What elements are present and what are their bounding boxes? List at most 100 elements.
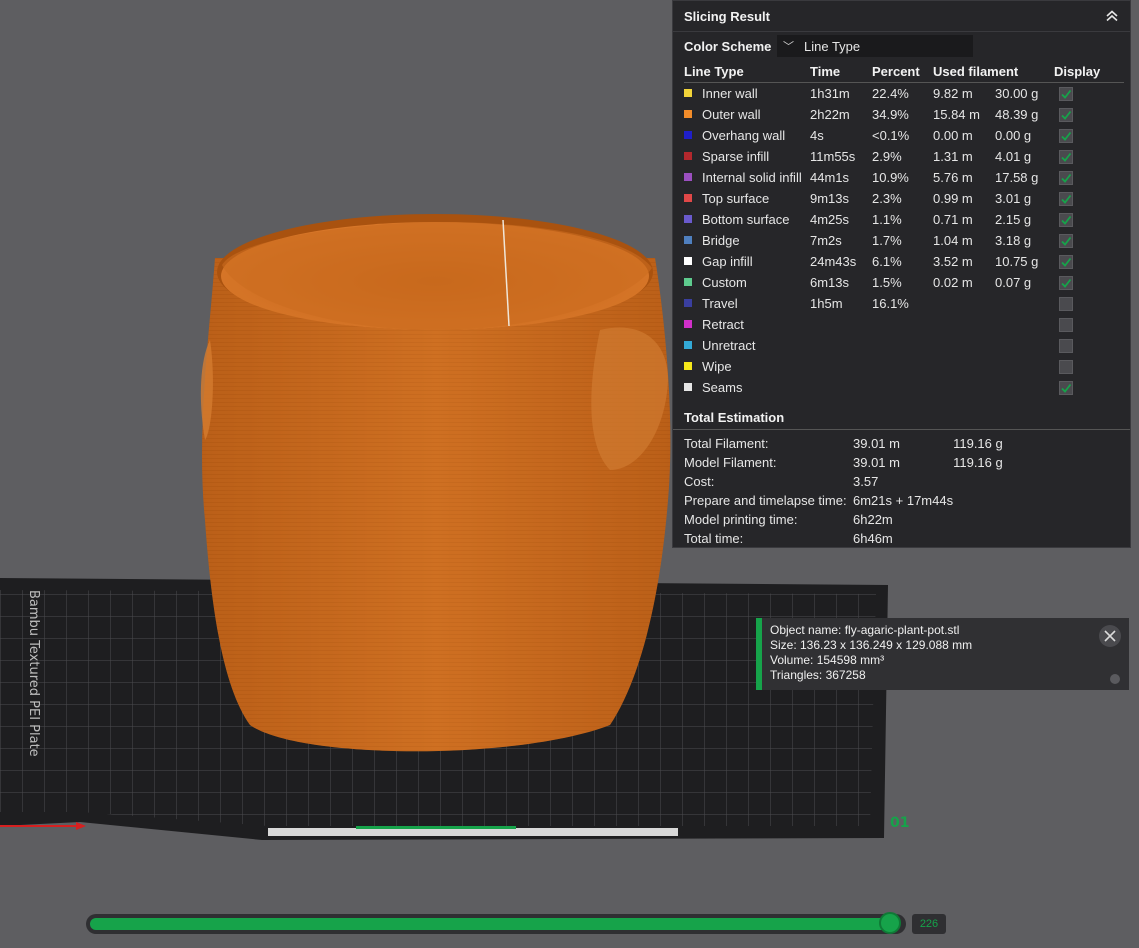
line-percent: 6.1%	[872, 254, 902, 269]
layer-slider-thumb[interactable]	[879, 912, 901, 934]
line-percent	[872, 335, 933, 356]
line-type-cell: Wipe	[684, 356, 810, 377]
color-swatch	[684, 236, 692, 244]
filament-meters: 0.02 m	[933, 275, 973, 290]
line-filament: 1.31 m 4.01 g	[933, 146, 1054, 167]
line-time: 9m13s	[810, 191, 850, 206]
display-checkbox[interactable]	[1059, 86, 1073, 101]
filament-grams: 10.75 g	[995, 254, 1039, 269]
estimation-row: Total Filament: 39.01 m 119.16 g	[684, 434, 1003, 453]
color-scheme-dropdown[interactable]: ﹀ Line Type	[777, 35, 973, 57]
line-type-name: Retract	[702, 317, 744, 332]
display-checkbox[interactable]	[1059, 107, 1073, 122]
color-scheme-value: Line Type	[804, 38, 861, 54]
display-cell	[1054, 83, 1124, 105]
estimation-label: Model printing time:	[684, 512, 798, 527]
line-percent	[872, 314, 933, 335]
line-time: 2h22m	[810, 107, 850, 122]
display-checkbox[interactable]	[1059, 275, 1073, 290]
color-swatch	[684, 173, 692, 181]
estimation-label: Total Filament:	[684, 436, 769, 451]
line-percent: 1.5%	[872, 275, 902, 290]
color-scheme-row: Color Scheme ﹀ Line Type	[673, 32, 1130, 60]
display-cell	[1054, 104, 1124, 125]
display-checkbox[interactable]	[1059, 191, 1073, 206]
object-triangles: Triangles: 367258	[770, 668, 866, 682]
line-type-cell: Outer wall	[684, 104, 810, 125]
close-icon	[1104, 630, 1116, 642]
display-cell	[1054, 167, 1124, 188]
line-percent: 2.9%	[872, 149, 902, 164]
estimation-value-secondary: 119.16 g	[953, 436, 1003, 451]
filament-meters: 0.71 m	[933, 212, 973, 227]
collapse-icon[interactable]	[1104, 8, 1120, 24]
estimation-row: Model printing time: 6h22m	[684, 510, 1003, 529]
estimation-value: 6h22m	[853, 512, 893, 527]
line-type-cell: Gap infill	[684, 251, 810, 272]
line-time	[810, 335, 872, 356]
close-button[interactable]	[1099, 625, 1121, 647]
check-icon	[1061, 278, 1072, 288]
line-time: 7m2s	[810, 233, 842, 248]
check-icon	[1061, 257, 1072, 267]
check-icon	[1061, 152, 1072, 162]
line-type-cell: Sparse infill	[684, 146, 810, 167]
line-filament: 0.99 m 3.01 g	[933, 188, 1054, 209]
line-type-name: Bridge	[702, 233, 740, 248]
filament-meters: 15.84 m	[933, 107, 980, 122]
line-percent: 2.3%	[872, 191, 902, 206]
minimize-button[interactable]	[1110, 674, 1120, 684]
display-checkbox[interactable]	[1059, 359, 1073, 374]
estimation-row: Total time: 6h46m	[684, 529, 1003, 548]
estimation-value-secondary	[953, 491, 1003, 510]
check-icon	[1061, 383, 1072, 393]
estimation-value: 39.01 m	[853, 455, 900, 470]
display-checkbox[interactable]	[1059, 380, 1073, 395]
filament-grams: 0.00 g	[995, 128, 1032, 143]
line-type-name: Internal solid infill	[702, 170, 802, 185]
line-type-row: Gap infill 24m43s 6.1% 3.52 m 10.75 g	[684, 251, 1124, 272]
line-type-name: Outer wall	[702, 107, 761, 122]
filament-grams: 30.00 g	[995, 86, 1039, 101]
filament-meters: 1.31 m	[933, 149, 973, 164]
estimation-table: Total Filament: 39.01 m 119.16 g Model Fila…	[684, 434, 1003, 548]
column-header-line-type: Line Type	[684, 60, 810, 83]
line-type-row: Bridge 7m2s 1.7% 1.04 m 3.18 g	[684, 230, 1124, 251]
line-type-cell: Travel	[684, 293, 810, 314]
check-icon	[1061, 215, 1072, 225]
display-checkbox[interactable]	[1059, 338, 1073, 353]
line-type-row: Sparse infill 11m55s 2.9% 1.31 m 4.01 g	[684, 146, 1124, 167]
filament-grams: 48.39 g	[995, 107, 1039, 122]
estimation-value-secondary	[953, 472, 1003, 491]
color-swatch	[684, 383, 692, 391]
layer-slider[interactable]	[86, 912, 906, 934]
line-type-name: Inner wall	[702, 86, 758, 101]
display-cell	[1054, 251, 1124, 272]
color-swatch	[684, 299, 692, 307]
display-checkbox[interactable]	[1059, 170, 1073, 185]
filament-grams: 4.01 g	[995, 149, 1032, 164]
display-checkbox[interactable]	[1059, 254, 1073, 269]
line-time: 1h31m	[810, 86, 850, 101]
display-checkbox[interactable]	[1059, 212, 1073, 227]
filament-grams: 0.07 g	[995, 275, 1032, 290]
filament-meters: 1.04 m	[933, 233, 973, 248]
line-filament: 5.76 m 17.58 g	[933, 167, 1054, 188]
display-checkbox[interactable]	[1059, 233, 1073, 248]
display-cell	[1054, 125, 1124, 146]
object-info-popup: Object name: fly-agaric-plant-pot.stl Si…	[756, 618, 1129, 690]
display-checkbox[interactable]	[1059, 149, 1073, 164]
pot-model[interactable]	[200, 214, 671, 752]
line-time: 4s	[810, 128, 824, 143]
color-swatch	[684, 152, 692, 160]
display-checkbox[interactable]	[1059, 296, 1073, 311]
check-icon	[1061, 173, 1072, 183]
line-time: 44m1s	[810, 170, 850, 185]
color-swatch	[684, 110, 692, 118]
display-checkbox[interactable]	[1059, 317, 1073, 332]
display-checkbox[interactable]	[1059, 128, 1073, 143]
line-filament	[933, 377, 1054, 398]
line-type-name: Wipe	[702, 359, 732, 374]
total-estimation-title: Total Estimation	[673, 407, 1130, 430]
filament-meters: 0.99 m	[933, 191, 973, 206]
